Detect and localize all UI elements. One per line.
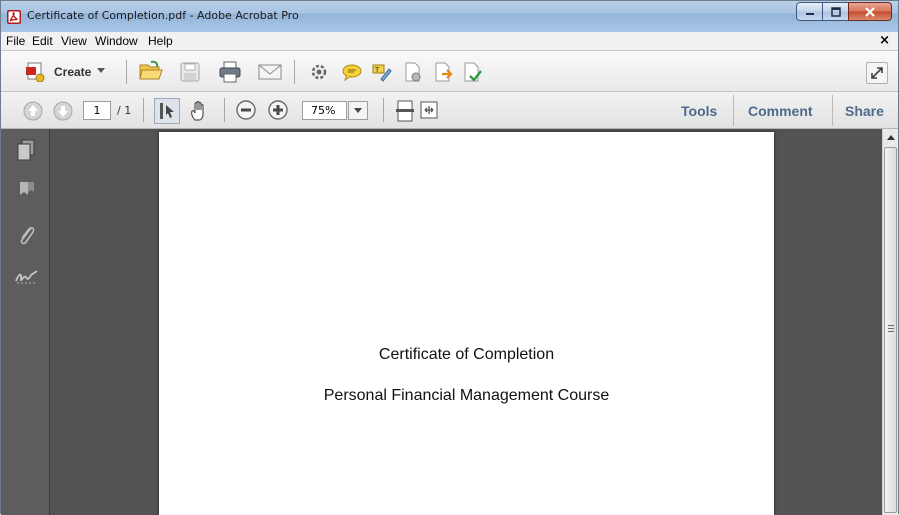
- close-document-button[interactable]: ×: [879, 33, 890, 48]
- create-button-label[interactable]: Create: [54, 65, 91, 79]
- title-bar[interactable]: Certificate of Completion.pdf - Adobe Ac…: [1, 1, 898, 32]
- common-toolbar: Create T: [1, 51, 898, 92]
- course-name: Personal Financial Management Course: [323, 387, 610, 404]
- settings-icon[interactable]: [310, 63, 328, 81]
- pane-separator: [832, 95, 833, 126]
- close-icon: [865, 6, 875, 17]
- create-dropdown-icon[interactable]: [97, 68, 105, 74]
- maximize-icon: [830, 6, 841, 17]
- hand-tool-icon[interactable]: [189, 100, 209, 122]
- grip-line: [888, 325, 894, 326]
- navigation-pane: [1, 129, 50, 515]
- page-navigation-toolbar: 1 / 1 75% Tools Comment Share: [1, 92, 898, 129]
- menu-view[interactable]: View: [61, 34, 87, 48]
- zoom-dropdown-button[interactable]: [348, 101, 368, 120]
- maximize-button[interactable]: [822, 2, 849, 21]
- share-pane-button[interactable]: Share: [845, 103, 884, 119]
- comment-icon[interactable]: [342, 63, 362, 81]
- svg-text:T: T: [374, 66, 380, 74]
- zoom-out-icon[interactable]: [236, 100, 256, 120]
- pane-separator: [733, 95, 734, 126]
- open-folder-icon[interactable]: [139, 60, 163, 82]
- chevron-down-icon: [354, 108, 362, 113]
- toolbar-separator: [143, 98, 144, 122]
- expand-icon[interactable]: [866, 62, 888, 84]
- document-workspace[interactable]: Certificate of Completion Personal Finan…: [50, 129, 882, 515]
- export-icon[interactable]: [434, 62, 454, 82]
- pages-icon[interactable]: [16, 139, 36, 161]
- combine-icon[interactable]: [463, 62, 483, 82]
- full-screen-icon[interactable]: [419, 100, 439, 120]
- window-title: Certificate of Completion.pdf - Adobe Ac…: [27, 9, 299, 22]
- menu-edit[interactable]: Edit: [32, 34, 53, 48]
- menu-help[interactable]: Help: [148, 34, 173, 48]
- comment-pane-button[interactable]: Comment: [748, 103, 813, 119]
- create-pdf-icon[interactable]: [25, 62, 45, 82]
- tools-pane-button[interactable]: Tools: [681, 103, 717, 119]
- close-button[interactable]: [848, 2, 892, 21]
- save-icon[interactable]: [180, 62, 200, 82]
- acrobat-window: Certificate of Completion.pdf - Adobe Ac…: [0, 0, 899, 515]
- minimize-button[interactable]: [796, 2, 823, 21]
- minimize-icon: [805, 12, 814, 15]
- signatures-icon[interactable]: [15, 269, 39, 285]
- page-number-field[interactable]: 1: [83, 101, 111, 120]
- toolbar-separator: [126, 60, 127, 84]
- scrollbar-thumb[interactable]: [884, 147, 897, 513]
- highlight-icon[interactable]: T: [372, 62, 392, 82]
- select-tool-icon[interactable]: [154, 98, 180, 124]
- next-page-icon[interactable]: [53, 101, 73, 121]
- scroll-up-button[interactable]: [883, 129, 899, 145]
- page-total-label: / 1: [117, 104, 132, 117]
- zoom-level-field[interactable]: 75%: [302, 101, 347, 120]
- print-icon[interactable]: [218, 61, 242, 83]
- fit-page-icon[interactable]: [395, 100, 415, 122]
- vertical-scrollbar[interactable]: [882, 129, 898, 515]
- attachments-icon[interactable]: [17, 223, 37, 247]
- menu-window[interactable]: Window: [95, 34, 138, 48]
- grip-line: [888, 328, 894, 329]
- bookmarks-icon[interactable]: [18, 181, 36, 201]
- grip-line: [888, 331, 894, 332]
- collaborate-icon[interactable]: [404, 62, 422, 82]
- acrobat-app-icon: [6, 9, 22, 25]
- previous-page-icon[interactable]: [23, 101, 43, 121]
- toolbar-separator: [383, 98, 384, 122]
- email-icon[interactable]: [258, 64, 282, 80]
- certificate-title: Certificate of Completion: [378, 346, 555, 363]
- menu-bar: File Edit View Window Help ×: [1, 32, 898, 51]
- zoom-in-icon[interactable]: [268, 100, 288, 120]
- menu-file[interactable]: File: [6, 34, 25, 48]
- window-controls: [796, 2, 892, 21]
- toolbar-separator: [294, 60, 295, 84]
- toolbar-separator: [224, 98, 225, 122]
- chevron-up-icon: [887, 134, 895, 140]
- pdf-page: Certificate of Completion Personal Finan…: [159, 132, 774, 515]
